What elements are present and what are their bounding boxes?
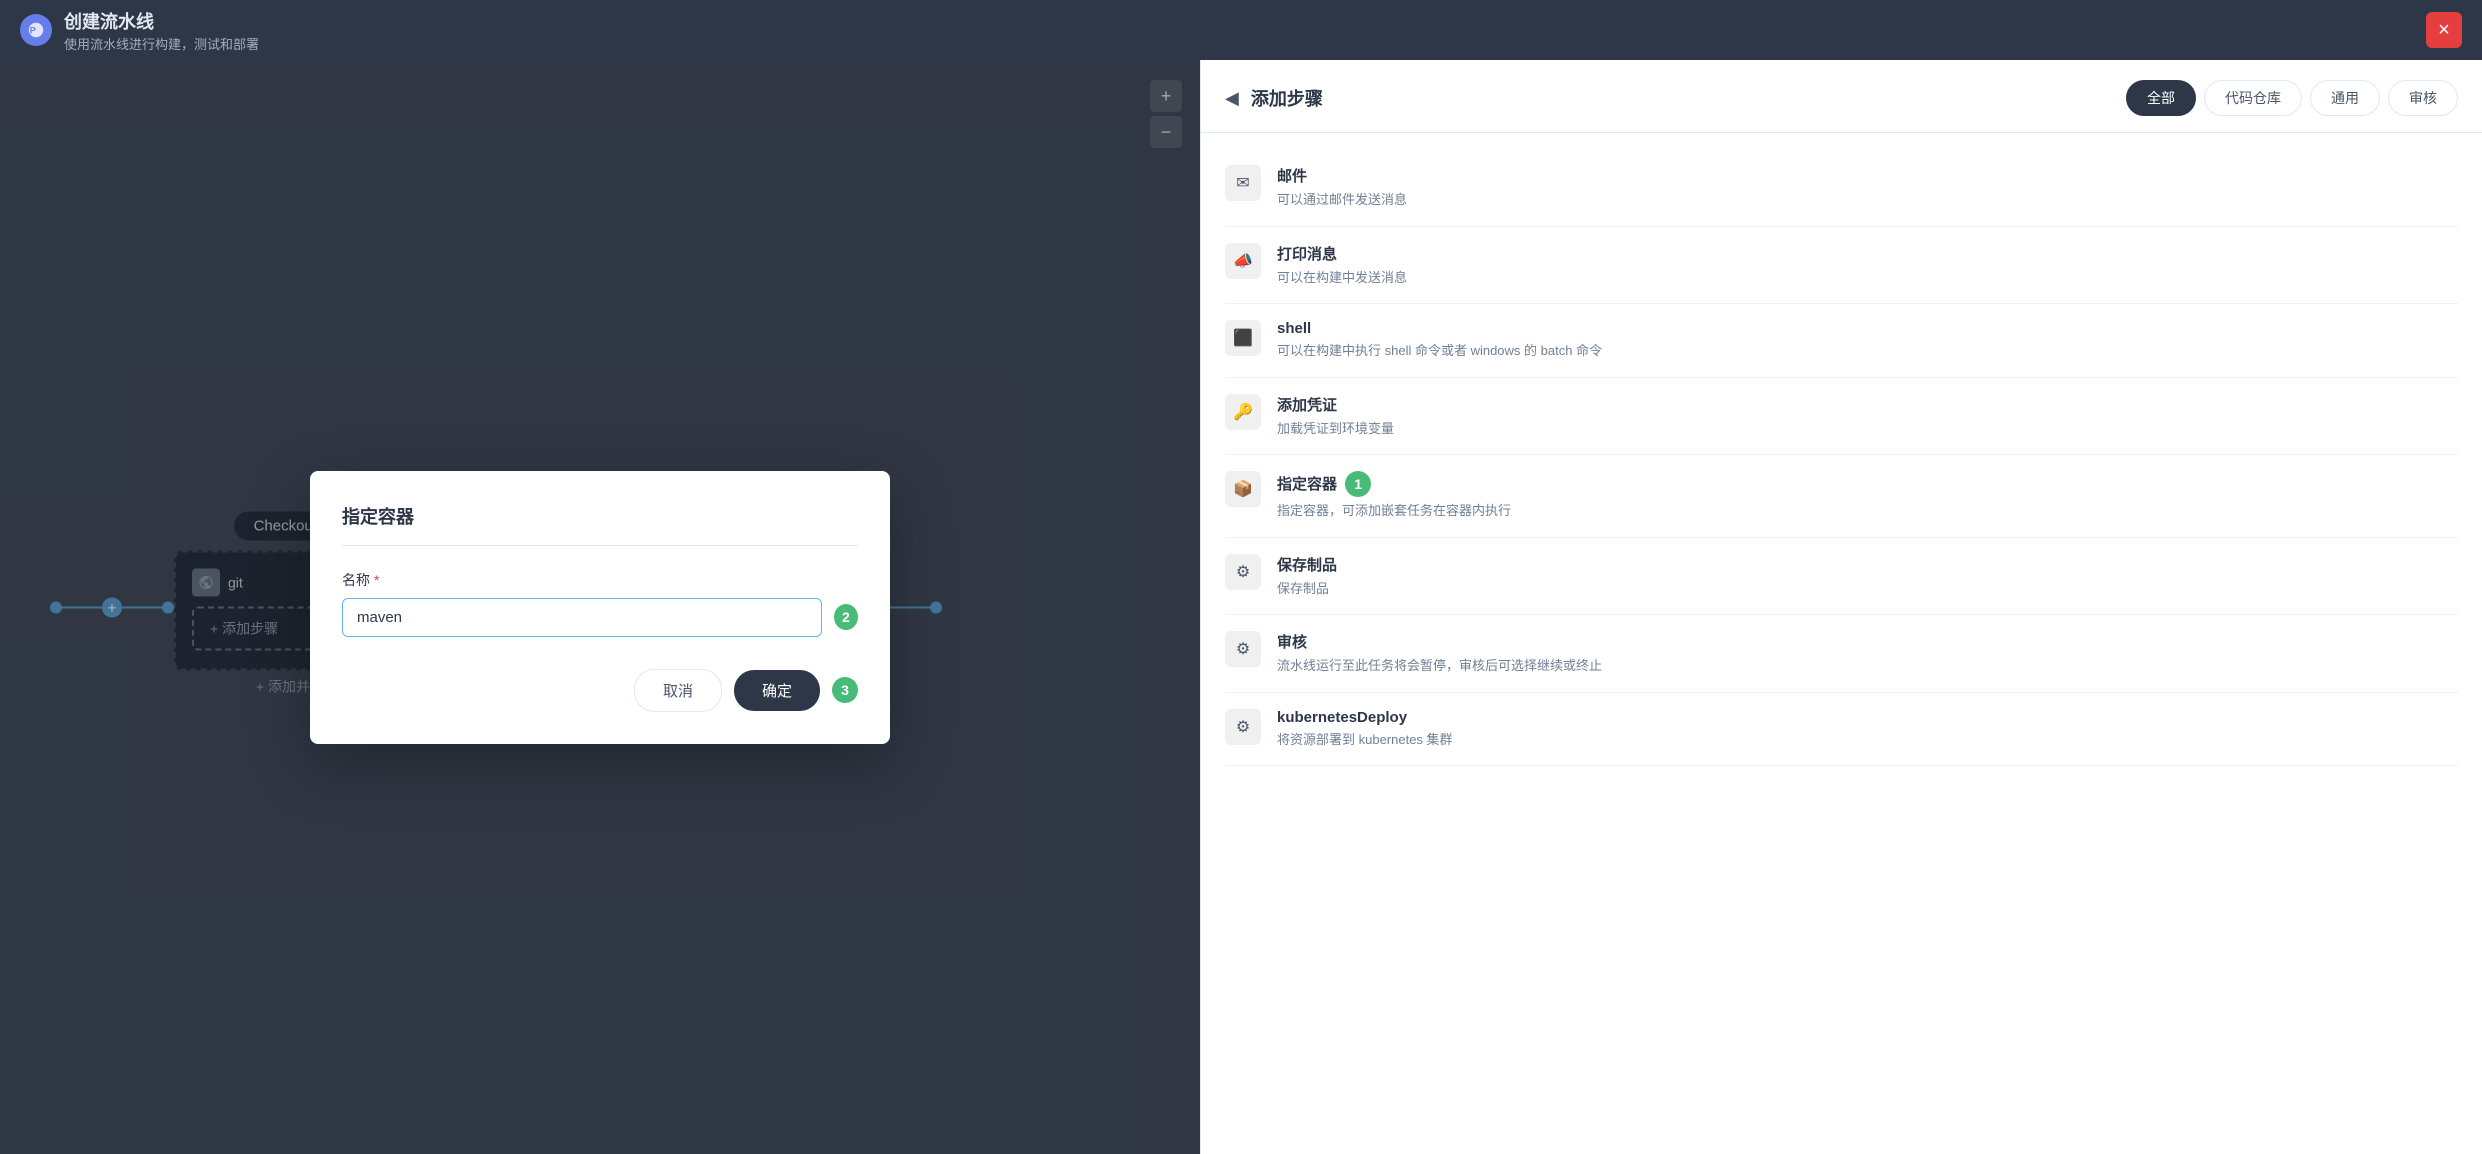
credentials-icon: 🔑 (1225, 394, 1261, 430)
step-info: 添加凭证 加载凭证到环境变量 (1277, 394, 2458, 439)
audit-icon: ⚙ (1225, 631, 1261, 667)
tab-repo[interactable]: 代码仓库 (2204, 80, 2302, 116)
page-title: 创建流水线 (64, 8, 259, 34)
title-group: 创建流水线 使用流水线进行构建，测试和部署 (64, 8, 259, 53)
logo: P (20, 14, 52, 46)
container-name-input[interactable] (342, 598, 822, 637)
email-icon: ✉ (1225, 165, 1261, 201)
right-panel: ◀ 添加步骤 全部 代码仓库 通用 审核 ✉ 邮件 可以通过邮件发送消息 📣 打… (1200, 60, 2482, 1154)
step-info: 打印消息 可以在构建中发送消息 (1277, 243, 2458, 288)
step-email[interactable]: ✉ 邮件 可以通过邮件发送消息 (1225, 149, 2458, 227)
close-button[interactable]: × (2426, 12, 2462, 48)
modal-title: 指定容器 (342, 503, 858, 546)
required-mark: * (374, 572, 379, 588)
step-credentials[interactable]: 🔑 添加凭证 加载凭证到环境变量 (1225, 378, 2458, 456)
step-desc: 可以在构建中执行 shell 命令或者 windows 的 batch 命令 (1277, 341, 2458, 361)
step-container[interactable]: 📦 指定容器 1 指定容器，可添加嵌套任务在容器内执行 (1225, 455, 2458, 538)
form-group-name: 名称 * 2 (342, 570, 858, 637)
step-desc: 将资源部署到 kubernetes 集群 (1277, 730, 2458, 750)
step-info: 邮件 可以通过邮件发送消息 (1277, 165, 2458, 210)
step-desc: 可以在构建中发送消息 (1277, 268, 2458, 288)
step-name: 邮件 (1277, 165, 2458, 186)
step-info: 指定容器 1 指定容器，可添加嵌套任务在容器内执行 (1277, 471, 2458, 521)
panel-title: 添加步骤 (1251, 85, 1323, 111)
step-shell[interactable]: ⬛ shell 可以在构建中执行 shell 命令或者 windows 的 ba… (1225, 304, 2458, 378)
artifact-icon: ⚙ (1225, 554, 1261, 590)
step-desc: 可以通过邮件发送消息 (1277, 190, 2458, 210)
step-audit[interactable]: ⚙ 审核 流水线运行至此任务将会暂停，审核后可选择继续或终止 (1225, 615, 2458, 693)
step-name: 添加凭证 (1277, 394, 2458, 415)
step-info: kubernetesDeploy 将资源部署到 kubernetes 集群 (1277, 709, 2458, 750)
tab-group: 全部 代码仓库 通用 审核 (2126, 80, 2458, 116)
container-badge: 1 (1345, 471, 1371, 497)
panel-header: ◀ 添加步骤 全部 代码仓库 通用 审核 (1201, 60, 2482, 133)
step-name: kubernetesDeploy (1277, 709, 2458, 726)
step-info: 审核 流水线运行至此任务将会暂停，审核后可选择继续或终止 (1277, 631, 2458, 676)
svg-text:P: P (30, 26, 36, 36)
modal-dialog: 指定容器 名称 * 2 取消 确定 3 (310, 471, 890, 744)
tab-all[interactable]: 全部 (2126, 80, 2196, 116)
page-subtitle: 使用流水线进行构建，测试和部署 (64, 34, 259, 53)
step-name: 指定容器 1 (1277, 471, 2458, 497)
print-icon: 📣 (1225, 243, 1261, 279)
step-desc: 加载凭证到环境变量 (1277, 419, 2458, 439)
container-icon: 📦 (1225, 471, 1261, 507)
step-desc: 指定容器，可添加嵌套任务在容器内执行 (1277, 501, 2458, 521)
step-name: 审核 (1277, 631, 2458, 652)
step-artifact[interactable]: ⚙ 保存制品 保存制品 (1225, 538, 2458, 616)
cancel-button[interactable]: 取消 (634, 669, 722, 712)
step-name: 打印消息 (1277, 243, 2458, 264)
confirm-button[interactable]: 确定 (734, 670, 820, 711)
k8s-icon: ⚙ (1225, 709, 1261, 745)
tab-general[interactable]: 通用 (2310, 80, 2380, 116)
confirm-badge: 3 (832, 677, 858, 703)
step-k8s[interactable]: ⚙ kubernetesDeploy 将资源部署到 kubernetes 集群 (1225, 693, 2458, 767)
form-label-name: 名称 * (342, 570, 858, 590)
modal-overlay: 指定容器 名称 * 2 取消 确定 3 (0, 60, 1200, 1154)
header: P 创建流水线 使用流水线进行构建，测试和部署 × (0, 0, 2482, 60)
step-info: 保存制品 保存制品 (1277, 554, 2458, 599)
step-name: shell (1277, 320, 2458, 337)
modal-footer: 取消 确定 3 (342, 669, 858, 712)
shell-icon: ⬛ (1225, 320, 1261, 356)
step-desc: 流水线运行至此任务将会暂停，审核后可选择继续或终止 (1277, 656, 2458, 676)
step-list: ✉ 邮件 可以通过邮件发送消息 📣 打印消息 可以在构建中发送消息 ⬛ shel… (1201, 133, 2482, 1154)
input-badge: 2 (834, 604, 858, 630)
step-print[interactable]: 📣 打印消息 可以在构建中发送消息 (1225, 227, 2458, 305)
step-desc: 保存制品 (1277, 579, 2458, 599)
step-info: shell 可以在构建中执行 shell 命令或者 windows 的 batc… (1277, 320, 2458, 361)
panel-back-button[interactable]: ◀ (1225, 88, 1239, 109)
tab-review[interactable]: 审核 (2388, 80, 2458, 116)
step-name: 保存制品 (1277, 554, 2458, 575)
